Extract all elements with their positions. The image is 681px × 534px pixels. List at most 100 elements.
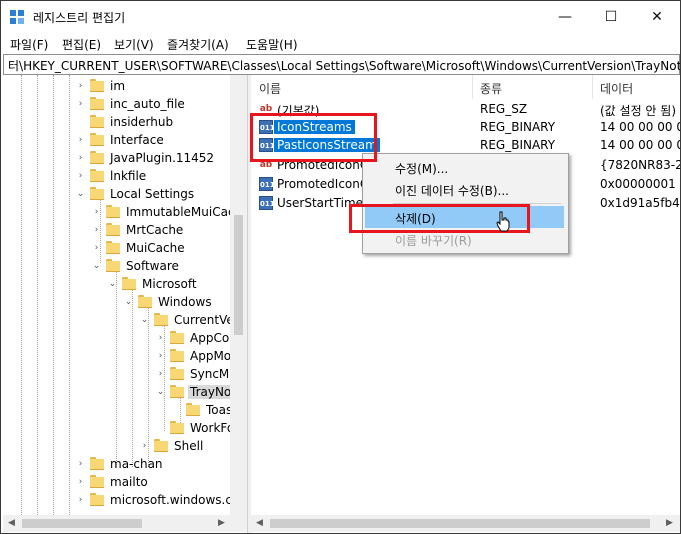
scroll-thumb[interactable] <box>22 519 142 528</box>
tree-item-label: inc_auto_file <box>110 97 185 111</box>
menu-edit[interactable]: 편집(E) <box>62 36 101 53</box>
collapse-icon[interactable]: ⌄ <box>156 386 165 398</box>
binary-value-icon: 011 <box>259 177 275 191</box>
value-type: REG_BINARY <box>480 138 556 152</box>
expand-icon[interactable]: › <box>76 494 85 506</box>
registry-editor-icon <box>10 10 24 24</box>
expand-icon[interactable]: › <box>76 80 85 92</box>
scroll-left-icon[interactable]: ◀ <box>3 515 20 532</box>
collapse-icon[interactable]: ⌄ <box>76 188 85 200</box>
folder-icon <box>138 295 152 308</box>
folder-icon <box>106 259 120 272</box>
scroll-right-icon[interactable]: ▶ <box>661 515 678 532</box>
value-row[interactable]: 011 IconStreams REG_BINARY 14 00 00 00 0… <box>251 118 680 136</box>
binary-value-icon: 011 <box>259 196 275 210</box>
scroll-thumb[interactable] <box>270 519 650 528</box>
folder-icon <box>106 223 120 236</box>
menu-help[interactable]: 도움말(H) <box>246 36 298 53</box>
maximize-button[interactable]: ☐ <box>588 1 634 33</box>
tree-horizontal-scrollbar[interactable]: ◀ ▶ <box>3 515 247 532</box>
title-bar[interactable]: 레지스트리 편집기 — ☐ ✕ <box>1 1 680 33</box>
expand-icon[interactable]: › <box>92 242 101 254</box>
collapse-icon[interactable]: ⌄ <box>92 260 101 272</box>
collapse-icon[interactable]: ⌄ <box>140 314 149 326</box>
window-title: 레지스트리 편집기 <box>33 11 126 25</box>
column-divider[interactable] <box>592 75 593 99</box>
expand-icon[interactable]: › <box>140 440 149 452</box>
menu-item-label: 이름 바꾸기(R) <box>395 234 472 248</box>
tree-item-label: Interface <box>110 133 164 147</box>
folder-icon <box>186 403 200 416</box>
value-type: REG_BINARY <box>480 120 556 134</box>
tree-item-label: ImmutableMuiCach <box>126 205 243 219</box>
column-header: 이름 종류 데이터 <box>251 75 680 99</box>
tree-guide-line <box>132 289 133 467</box>
expand-icon[interactable]: › <box>76 98 85 110</box>
tree-item-label: Software <box>126 259 179 273</box>
expand-icon[interactable]: › <box>156 368 165 380</box>
folder-icon <box>90 457 104 470</box>
expand-icon[interactable]: › <box>76 152 85 164</box>
tree-item-label: microsoft.windows.car <box>110 493 245 507</box>
scroll-right-icon[interactable]: ▶ <box>213 515 230 532</box>
menu-item-delete[interactable]: 삭제(D) <box>365 206 564 228</box>
expand-icon[interactable]: › <box>76 134 85 146</box>
tree-item-label: AppCor <box>190 331 235 345</box>
expand-icon[interactable]: › <box>156 350 165 362</box>
key-tree-pane[interactable]: › im › inc_auto_file insiderhub › Interf… <box>3 75 247 515</box>
value-name: IconStreams <box>274 120 355 134</box>
tree-guide-line <box>116 271 117 467</box>
value-data: 0x1d91a5fb426 <box>600 196 680 210</box>
folder-icon <box>170 421 184 434</box>
list-horizontal-scrollbar[interactable]: ◀ ▶ <box>251 515 680 532</box>
value-name: PastIconsStream <box>274 138 380 152</box>
tree-item-label: Toas <box>206 403 233 417</box>
tree-guide-line <box>69 75 70 515</box>
value-name: PromotedIconC <box>277 158 369 172</box>
expand-icon[interactable]: › <box>76 458 85 470</box>
collapse-icon[interactable]: ⌄ <box>124 296 133 308</box>
tree-vertical-scrollbar[interactable] <box>230 75 247 515</box>
expand-icon[interactable]: › <box>156 332 165 344</box>
menu-favorites[interactable]: 즐겨찾기(A) <box>167 36 229 53</box>
folder-icon <box>170 331 184 344</box>
scroll-thumb[interactable] <box>234 215 243 335</box>
tree-item-label: lnkfile <box>110 169 147 183</box>
column-divider[interactable] <box>472 75 473 99</box>
folder-icon <box>90 493 104 506</box>
menu-item-modify-binary[interactable]: 이진 데이터 수정(B)... <box>365 178 564 200</box>
tree-guide-line <box>21 75 22 515</box>
tree-item-label: im <box>110 79 126 93</box>
value-row[interactable]: ab (기본값) REG_SZ (값 설정 안 됨) <box>251 100 680 118</box>
minimize-button[interactable]: — <box>542 1 588 33</box>
folder-icon <box>90 133 104 146</box>
menu-view[interactable]: 보기(V) <box>114 36 154 53</box>
menu-item-rename[interactable]: 이름 바꾸기(R) <box>365 228 564 250</box>
tree-item-label: mailto <box>110 475 148 489</box>
column-name-header[interactable]: 이름 <box>259 80 281 97</box>
tree-item-label: MuiCache <box>126 241 185 255</box>
address-path: 터\HKEY_CURRENT_USER\SOFTWARE\Classes\Loc… <box>8 59 681 73</box>
column-type-header[interactable]: 종류 <box>480 80 502 97</box>
expand-icon[interactable]: › <box>76 170 85 182</box>
expand-icon[interactable]: › <box>92 206 101 218</box>
menu-item-modify[interactable]: 수정(M)... <box>365 156 564 178</box>
value-data: 0x00000001 (1) <box>600 177 680 191</box>
column-data-header[interactable]: 데이터 <box>600 80 633 97</box>
tree-item-label: Windows <box>158 295 212 309</box>
value-row[interactable]: 011 PastIconsStream REG_BINARY 14 00 00 … <box>251 136 680 154</box>
folder-icon <box>170 367 184 380</box>
menu-file[interactable]: 파일(F) <box>10 36 48 53</box>
collapse-icon[interactable]: ⌄ <box>108 278 117 290</box>
scroll-left-icon[interactable]: ◀ <box>251 515 268 532</box>
close-button[interactable]: ✕ <box>634 1 680 33</box>
string-value-icon: ab <box>259 104 273 114</box>
expand-icon[interactable]: › <box>76 476 85 488</box>
address-bar[interactable]: 터\HKEY_CURRENT_USER\SOFTWARE\Classes\Loc… <box>3 54 680 75</box>
value-data: 14 00 00 00 07 <box>600 138 680 152</box>
tree-item-label: Shell <box>174 439 204 453</box>
tree-item-label: Microsoft <box>142 277 197 291</box>
tree-item-label: JavaPlugin.11452 <box>110 151 215 165</box>
value-list-pane[interactable]: 이름 종류 데이터 ab (기본값) REG_SZ (값 설정 안 됨) 011… <box>251 75 680 515</box>
expand-icon[interactable]: › <box>92 224 101 236</box>
